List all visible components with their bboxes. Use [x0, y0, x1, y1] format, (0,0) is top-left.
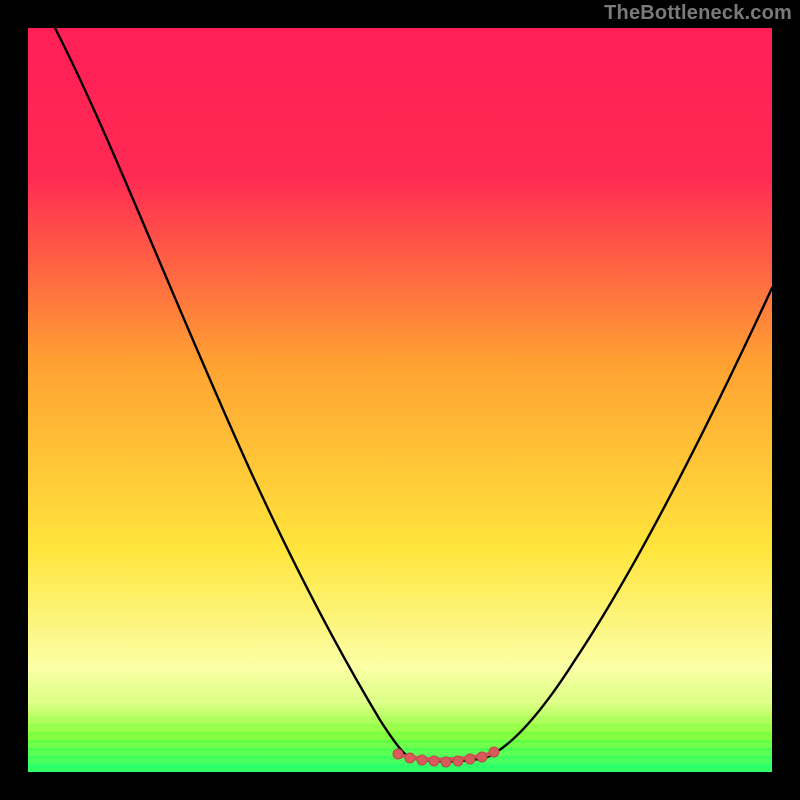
- chart-svg: [0, 0, 800, 800]
- chart-stage: TheBottleneck.com: [0, 0, 800, 800]
- watermark-text: TheBottleneck.com: [604, 2, 792, 25]
- heat-gradient-area: [28, 28, 772, 772]
